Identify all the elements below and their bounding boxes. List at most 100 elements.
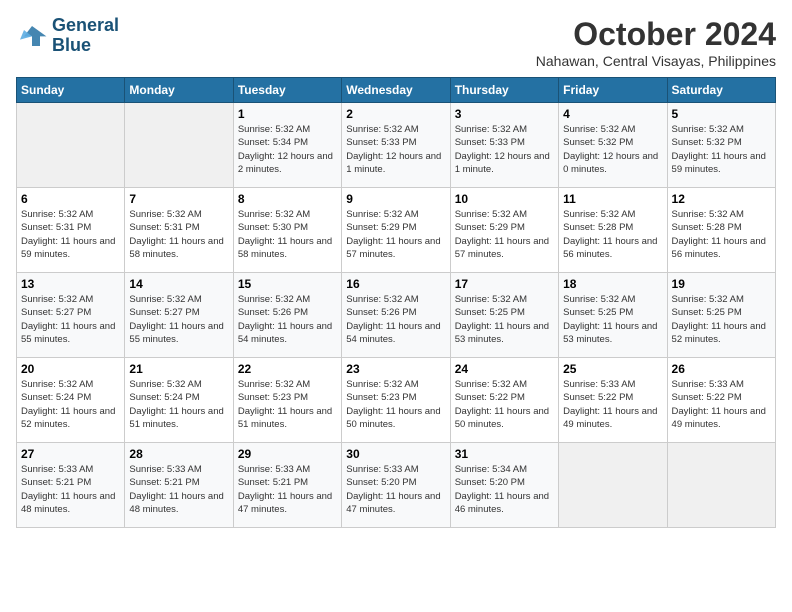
calendar-cell: 28Sunrise: 5:33 AMSunset: 5:21 PMDayligh… [125, 443, 233, 528]
calendar-cell: 10 Sunrise: 5:32 AMSunset: 5:29 PMDayligh… [450, 188, 558, 273]
day-info: Sunrise: 5:32 AMSunset: 5:24 PMDaylight:… [21, 378, 120, 431]
day-number: 26 [672, 362, 771, 376]
calendar-table: SundayMondayTuesdayWednesdayThursdayFrid… [16, 77, 776, 528]
day-number: 11 [563, 192, 662, 206]
weekday-header-sunday: Sunday [17, 78, 125, 103]
title-block: October 2024 Nahawan, Central Visayas, P… [536, 16, 776, 69]
day-number: 7 [129, 192, 228, 206]
day-number: 30 [346, 447, 445, 461]
day-number: 18 [563, 277, 662, 291]
day-info: Sunrise: 5:32 AMSunset: 5:29 PMDaylight:… [455, 208, 554, 261]
calendar-cell: 19 Sunrise: 5:32 AMSunset: 5:25 PMDayligh… [667, 273, 775, 358]
calendar-cell: 16 Sunrise: 5:32 AMSunset: 5:26 PMDayligh… [342, 273, 450, 358]
day-info: Sunrise: 5:32 AMSunset: 5:33 PMDaylight:… [346, 123, 445, 176]
weekday-header-wednesday: Wednesday [342, 78, 450, 103]
calendar-cell: 2 Sunrise: 5:32 AMSunset: 5:33 PMDaylight… [342, 103, 450, 188]
calendar-cell [17, 103, 125, 188]
day-number: 9 [346, 192, 445, 206]
logo-icon [16, 22, 48, 50]
calendar-cell: 21Sunrise: 5:32 AMSunset: 5:24 PMDayligh… [125, 358, 233, 443]
day-number: 25 [563, 362, 662, 376]
calendar-cell: 25Sunrise: 5:33 AMSunset: 5:22 PMDayligh… [559, 358, 667, 443]
day-number: 10 [455, 192, 554, 206]
calendar-cell: 27 Sunrise: 5:33 AMSunset: 5:21 PMDayligh… [17, 443, 125, 528]
day-number: 29 [238, 447, 337, 461]
logo: General Blue [16, 16, 119, 56]
calendar-cell: 5 Sunrise: 5:32 AMSunset: 5:32 PMDaylight… [667, 103, 775, 188]
day-info: Sunrise: 5:32 AMSunset: 5:22 PMDaylight:… [455, 378, 554, 431]
month-year-title: October 2024 [536, 16, 776, 53]
day-number: 1 [238, 107, 337, 121]
calendar-cell: 20Sunrise: 5:32 AMSunset: 5:24 PMDayligh… [17, 358, 125, 443]
day-number: 27 [21, 447, 120, 461]
calendar-cell: 23 Sunrise: 5:32 AMSunset: 5:23 PMDayligh… [342, 358, 450, 443]
day-info: Sunrise: 5:32 AMSunset: 5:32 PMDaylight:… [672, 123, 771, 176]
day-number: 5 [672, 107, 771, 121]
calendar-cell [125, 103, 233, 188]
day-info: Sunrise: 5:32 AMSunset: 5:23 PMDaylight:… [346, 378, 445, 431]
day-info: Sunrise: 5:33 AMSunset: 5:22 PMDaylight:… [672, 378, 771, 431]
day-info: Sunrise: 5:32 AMSunset: 5:26 PMDaylight:… [238, 293, 337, 346]
day-info: Sunrise: 5:32 AMSunset: 5:34 PMDaylight:… [238, 123, 337, 176]
calendar-cell: 13 Sunrise: 5:32 AMSunset: 5:27 PMDayligh… [17, 273, 125, 358]
day-info: Sunrise: 5:32 AMSunset: 5:23 PMDaylight:… [238, 378, 337, 431]
logo-line1: General [52, 15, 119, 35]
calendar-cell: 26 Sunrise: 5:33 AMSunset: 5:22 PMDayligh… [667, 358, 775, 443]
day-info: Sunrise: 5:32 AMSunset: 5:27 PMDaylight:… [21, 293, 120, 346]
day-info: Sunrise: 5:32 AMSunset: 5:26 PMDaylight:… [346, 293, 445, 346]
day-info: Sunrise: 5:32 AMSunset: 5:25 PMDaylight:… [563, 293, 662, 346]
day-info: Sunrise: 5:32 AMSunset: 5:28 PMDaylight:… [563, 208, 662, 261]
day-number: 15 [238, 277, 337, 291]
weekday-header-saturday: Saturday [667, 78, 775, 103]
day-number: 22 [238, 362, 337, 376]
day-number: 13 [21, 277, 120, 291]
day-info: Sunrise: 5:33 AMSunset: 5:21 PMDaylight:… [129, 463, 228, 516]
calendar-cell: 24 Sunrise: 5:32 AMSunset: 5:22 PMDayligh… [450, 358, 558, 443]
day-number: 23 [346, 362, 445, 376]
calendar-cell: 7Sunrise: 5:32 AMSunset: 5:31 PMDaylight… [125, 188, 233, 273]
day-info: Sunrise: 5:32 AMSunset: 5:28 PMDaylight:… [672, 208, 771, 261]
day-number: 3 [455, 107, 554, 121]
calendar-cell: 17Sunrise: 5:32 AMSunset: 5:25 PMDayligh… [450, 273, 558, 358]
calendar-cell: 1 Sunrise: 5:32 AMSunset: 5:34 PMDaylight… [233, 103, 341, 188]
day-info: Sunrise: 5:32 AMSunset: 5:25 PMDaylight:… [455, 293, 554, 346]
day-number: 6 [21, 192, 120, 206]
calendar-cell: 11 Sunrise: 5:32 AMSunset: 5:28 PMDayligh… [559, 188, 667, 273]
calendar-cell: 4Sunrise: 5:32 AMSunset: 5:32 PMDaylight… [559, 103, 667, 188]
calendar-week-row: 1 Sunrise: 5:32 AMSunset: 5:34 PMDaylight… [17, 103, 776, 188]
day-number: 24 [455, 362, 554, 376]
calendar-cell: 15 Sunrise: 5:32 AMSunset: 5:26 PMDayligh… [233, 273, 341, 358]
calendar-cell: 6Sunrise: 5:32 AMSunset: 5:31 PMDaylight… [17, 188, 125, 273]
day-number: 14 [129, 277, 228, 291]
day-info: Sunrise: 5:32 AMSunset: 5:25 PMDaylight:… [672, 293, 771, 346]
weekday-header-thursday: Thursday [450, 78, 558, 103]
calendar-cell [667, 443, 775, 528]
day-info: Sunrise: 5:33 AMSunset: 5:21 PMDaylight:… [238, 463, 337, 516]
calendar-week-row: 6Sunrise: 5:32 AMSunset: 5:31 PMDaylight… [17, 188, 776, 273]
day-info: Sunrise: 5:32 AMSunset: 5:30 PMDaylight:… [238, 208, 337, 261]
weekday-header-monday: Monday [125, 78, 233, 103]
day-info: Sunrise: 5:33 AMSunset: 5:20 PMDaylight:… [346, 463, 445, 516]
day-info: Sunrise: 5:32 AMSunset: 5:27 PMDaylight:… [129, 293, 228, 346]
calendar-cell [559, 443, 667, 528]
logo-line2: Blue [52, 35, 91, 55]
calendar-cell: 22 Sunrise: 5:32 AMSunset: 5:23 PMDayligh… [233, 358, 341, 443]
calendar-week-row: 20Sunrise: 5:32 AMSunset: 5:24 PMDayligh… [17, 358, 776, 443]
calendar-cell: 3Sunrise: 5:32 AMSunset: 5:33 PMDaylight… [450, 103, 558, 188]
calendar-cell: 9 Sunrise: 5:32 AMSunset: 5:29 PMDaylight… [342, 188, 450, 273]
calendar-cell: 14 Sunrise: 5:32 AMSunset: 5:27 PMDayligh… [125, 273, 233, 358]
location-subtitle: Nahawan, Central Visayas, Philippines [536, 53, 776, 69]
day-info: Sunrise: 5:32 AMSunset: 5:32 PMDaylight:… [563, 123, 662, 176]
day-number: 12 [672, 192, 771, 206]
calendar-cell: 30 Sunrise: 5:33 AMSunset: 5:20 PMDayligh… [342, 443, 450, 528]
day-number: 16 [346, 277, 445, 291]
day-info: Sunrise: 5:34 AMSunset: 5:20 PMDaylight:… [455, 463, 554, 516]
calendar-cell: 12 Sunrise: 5:32 AMSunset: 5:28 PMDayligh… [667, 188, 775, 273]
weekday-header-friday: Friday [559, 78, 667, 103]
day-number: 19 [672, 277, 771, 291]
day-info: Sunrise: 5:32 AMSunset: 5:29 PMDaylight:… [346, 208, 445, 261]
logo-text: General Blue [52, 16, 119, 56]
day-number: 2 [346, 107, 445, 121]
calendar-week-row: 13 Sunrise: 5:32 AMSunset: 5:27 PMDayligh… [17, 273, 776, 358]
day-info: Sunrise: 5:33 AMSunset: 5:21 PMDaylight:… [21, 463, 120, 516]
